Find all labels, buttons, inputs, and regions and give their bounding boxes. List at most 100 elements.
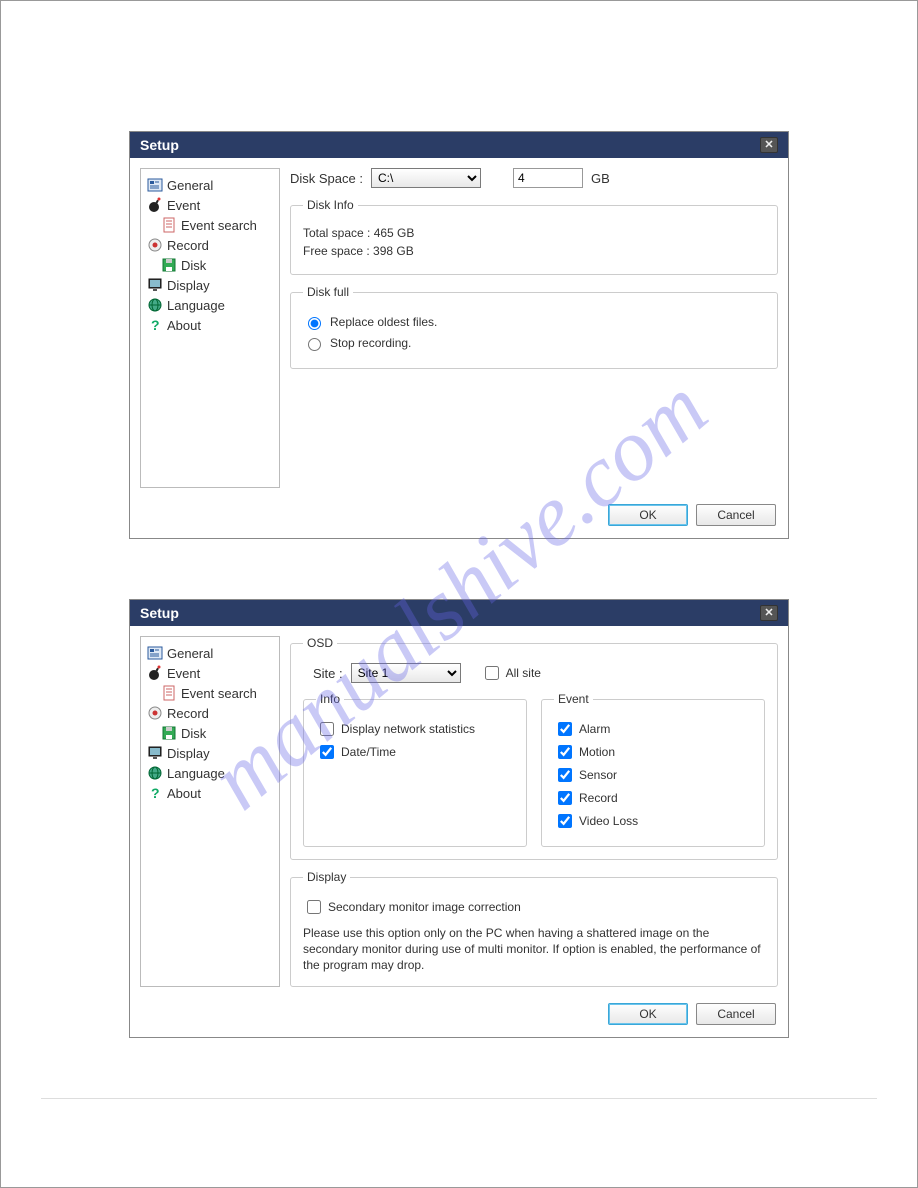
setup-dialog-display: Setup ✕ General Event — [129, 599, 789, 1038]
card-icon — [147, 177, 163, 193]
record-label: Record — [579, 791, 618, 805]
secondary-monitor-checkbox[interactable]: Secondary monitor image correction — [303, 897, 765, 917]
drive-select[interactable]: C:\ — [371, 168, 481, 188]
secondary-monitor-input[interactable] — [307, 900, 321, 914]
record-input[interactable] — [558, 791, 572, 805]
radio-replace[interactable]: Replace oldest files. — [303, 314, 765, 330]
nav-record[interactable]: Record — [145, 235, 275, 255]
secondary-monitor-label: Secondary monitor image correction — [328, 900, 521, 914]
alarm-input[interactable] — [558, 722, 572, 736]
document-page: manualshive.com Setup ✕ General — [0, 0, 918, 1188]
alarm-checkbox[interactable]: Alarm — [554, 719, 752, 739]
gb-unit-label: GB — [591, 171, 610, 186]
nav-about[interactable]: ? About — [145, 783, 275, 803]
cancel-button[interactable]: Cancel — [696, 504, 776, 526]
display-fieldset: Display Secondary monitor image correcti… — [290, 870, 778, 987]
radio-stop[interactable]: Stop recording. — [303, 335, 765, 351]
cancel-button[interactable]: Cancel — [696, 1003, 776, 1025]
site-select[interactable]: Site 1 — [351, 663, 461, 683]
nav-record[interactable]: Record — [145, 703, 275, 723]
nav-label: Event — [167, 666, 200, 681]
disk-icon — [161, 725, 177, 741]
monitor-icon — [147, 745, 163, 761]
close-button[interactable]: ✕ — [760, 605, 778, 621]
datetime-input[interactable] — [320, 745, 334, 759]
alarm-label: Alarm — [579, 722, 610, 736]
net-stats-input[interactable] — [320, 722, 334, 736]
question-icon: ? — [147, 785, 163, 801]
record-checkbox[interactable]: Record — [554, 788, 752, 808]
disk-info-legend: Disk Info — [303, 198, 358, 212]
radio-stop-input[interactable] — [308, 338, 321, 351]
button-row: OK Cancel — [130, 498, 788, 538]
nav-label: Disk — [181, 258, 206, 273]
dialog-title: Setup — [140, 137, 179, 153]
sensor-label: Sensor — [579, 768, 617, 782]
nav-event[interactable]: Event — [145, 663, 275, 683]
nav-label: About — [167, 318, 201, 333]
globe-icon — [147, 765, 163, 781]
svg-text:?: ? — [151, 317, 160, 333]
nav-label: Language — [167, 766, 225, 781]
disk-space-row: Disk Space : C:\ GB — [290, 168, 778, 188]
button-row: OK Cancel — [130, 997, 788, 1037]
nav-tree: General Event Event search — [140, 636, 280, 987]
ok-button[interactable]: OK — [608, 504, 688, 526]
motion-input[interactable] — [558, 745, 572, 759]
nav-disk[interactable]: Disk — [145, 723, 275, 743]
ok-button[interactable]: OK — [608, 1003, 688, 1025]
net-stats-checkbox[interactable]: Display network statistics — [316, 719, 514, 739]
radio-replace-input[interactable] — [308, 317, 321, 330]
all-site-checkbox[interactable]: All site — [481, 663, 541, 683]
video-loss-checkbox[interactable]: Video Loss — [554, 811, 752, 831]
sensor-checkbox[interactable]: Sensor — [554, 765, 752, 785]
nav-display[interactable]: Display — [145, 743, 275, 763]
close-button[interactable]: ✕ — [760, 137, 778, 153]
document-icon — [161, 685, 177, 701]
osd-columns: Info Display network statistics Date/Tim… — [303, 692, 765, 847]
info-fieldset: Info Display network statistics Date/Tim… — [303, 692, 527, 847]
nav-language[interactable]: Language — [145, 763, 275, 783]
disk-full-legend: Disk full — [303, 285, 353, 299]
info-legend: Info — [316, 692, 344, 706]
disk-icon — [161, 257, 177, 273]
close-icon: ✕ — [764, 140, 773, 151]
dialog-body: General Event Event search — [130, 158, 788, 498]
all-site-input[interactable] — [485, 666, 499, 680]
bomb-icon — [147, 197, 163, 213]
radio-replace-label: Replace oldest files. — [330, 315, 437, 329]
nav-label: Display — [167, 278, 210, 293]
display-legend: Display — [303, 870, 350, 884]
net-stats-label: Display network statistics — [341, 722, 475, 736]
card-icon — [147, 645, 163, 661]
disk-info-fieldset: Disk Info Total space : 465 GB Free spac… — [290, 198, 778, 275]
nav-about[interactable]: ? About — [145, 315, 275, 335]
osd-fieldset: OSD Site : Site 1 All site Info — [290, 636, 778, 860]
datetime-checkbox[interactable]: Date/Time — [316, 742, 514, 762]
nav-language[interactable]: Language — [145, 295, 275, 315]
dialog-body: General Event Event search — [130, 626, 788, 997]
question-icon: ? — [147, 317, 163, 333]
nav-general[interactable]: General — [145, 175, 275, 195]
nav-event-search[interactable]: Event search — [145, 683, 275, 703]
nav-label: Disk — [181, 726, 206, 741]
video-loss-input[interactable] — [558, 814, 572, 828]
gb-input[interactable] — [513, 168, 583, 188]
nav-disk[interactable]: Disk — [145, 255, 275, 275]
nav-label: Display — [167, 746, 210, 761]
nav-event-search[interactable]: Event search — [145, 215, 275, 235]
setup-dialog-disk: Setup ✕ General Event — [129, 131, 789, 539]
titlebar: Setup ✕ — [130, 132, 788, 158]
event-fieldset: Event Alarm Motion Sensor — [541, 692, 765, 847]
nav-tree: General Event Event search — [140, 168, 280, 488]
motion-checkbox[interactable]: Motion — [554, 742, 752, 762]
nav-general[interactable]: General — [145, 643, 275, 663]
free-space-text: Free space : 398 GB — [303, 244, 765, 258]
nav-event[interactable]: Event — [145, 195, 275, 215]
datetime-label: Date/Time — [341, 745, 396, 759]
nav-display[interactable]: Display — [145, 275, 275, 295]
nav-label: Record — [167, 706, 209, 721]
content-panel: Disk Space : C:\ GB Disk Info Total spac… — [290, 168, 778, 488]
sensor-input[interactable] — [558, 768, 572, 782]
globe-icon — [147, 297, 163, 313]
